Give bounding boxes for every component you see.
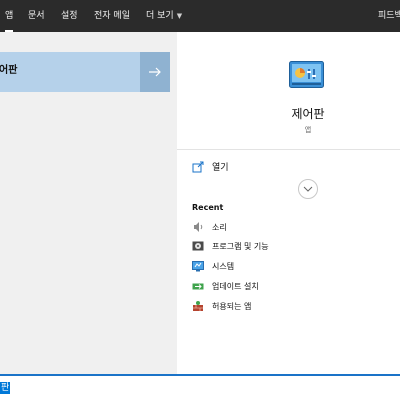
chevron-down-icon [303,186,313,192]
open-window-icon [192,161,204,173]
open-label: 열기 [212,163,229,173]
recent-heading: Recent [192,203,224,212]
feedback-button[interactable]: 피드백 [378,0,400,32]
tab-apps[interactable]: 앱 [5,0,14,32]
firewall-icon [193,301,203,311]
system-monitor-icon [192,261,204,272]
arrow-right-icon [149,67,161,77]
chevron-down-icon: ▼ [176,12,183,20]
recent-item-label: 시스템 [212,262,235,271]
tab-email[interactable]: 전자 메일 [94,0,130,32]
detail-pane: 제어판 앱 열기 Recent 소리 프로그램 및 기능 시스템 업데이트 설치… [177,32,400,374]
tab-documents[interactable]: 문서 [28,0,45,32]
recent-item-label: 업데이트 설치 [212,282,259,291]
control-panel-icon [289,61,324,88]
recent-item-label: 프로그램 및 기능 [212,242,269,251]
programs-features-icon [192,241,204,251]
divider [177,149,400,150]
install-updates-icon [192,283,204,290]
app-type: 앱 [304,126,312,134]
recent-item-label: 허용되는 앱 [212,302,252,311]
search-box[interactable]: 판 [0,374,400,400]
tab-more-label: 더 보기 [146,11,174,21]
speaker-icon [194,222,203,232]
tab-more[interactable]: 더 보기 ▼ [146,0,182,32]
search-filter-bar: 앱 문서 설정 전자 메일 더 보기 ▼ 피드백 [0,0,400,32]
recent-item-label: 소리 [212,223,227,232]
best-match-item[interactable]: 어판 [0,52,140,92]
results-pane: 어판 [0,32,177,374]
app-name: 제어판 [291,107,325,121]
best-match-title: 어판 [0,65,18,76]
search-query-text: 판 [0,382,11,394]
open-details-button[interactable] [140,52,170,92]
expand-button[interactable] [298,179,318,199]
tab-settings[interactable]: 설정 [61,0,78,32]
